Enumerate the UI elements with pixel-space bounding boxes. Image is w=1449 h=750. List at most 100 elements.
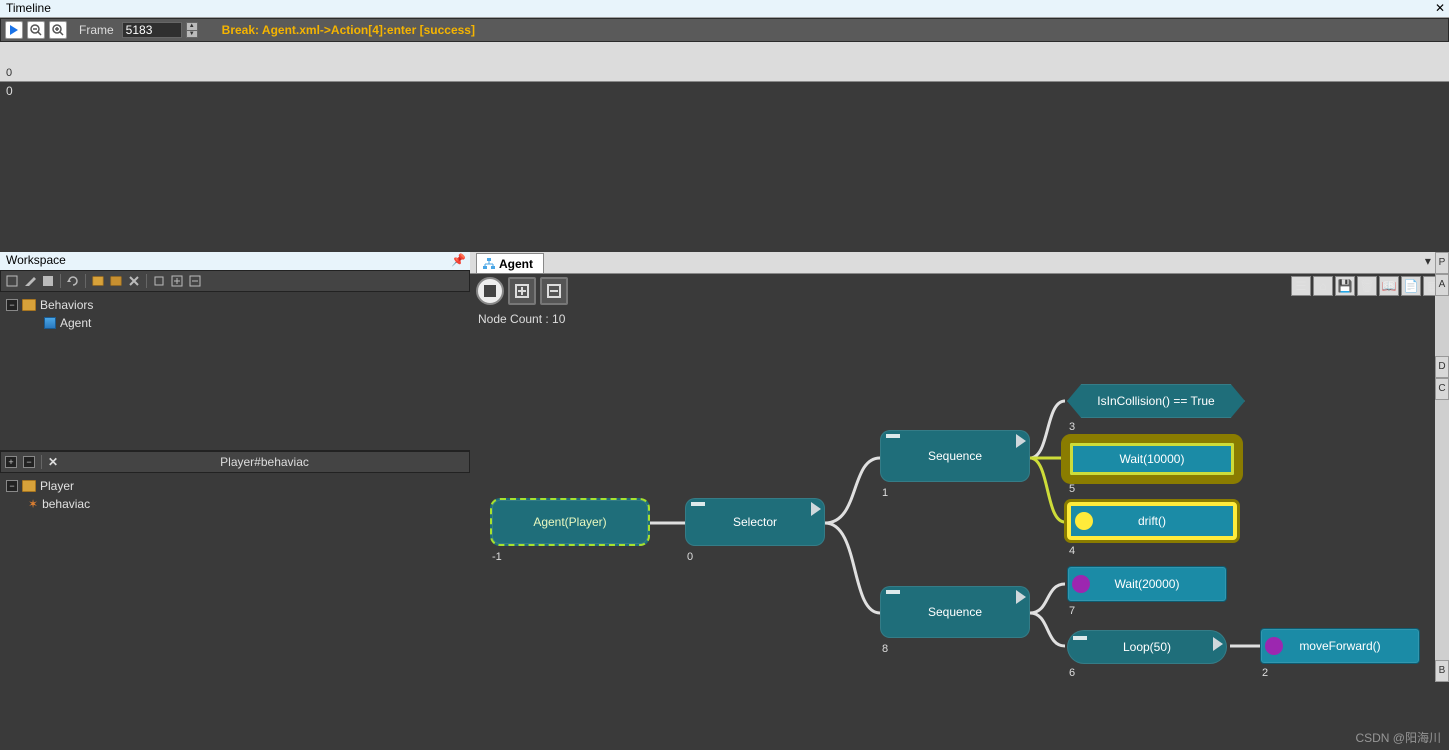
canvas-toolbar: ☰ ⌂ 💾 🗑 📖 📄 ▦ (470, 274, 1449, 308)
dock-item[interactable]: C (1435, 378, 1449, 400)
collapse-button[interactable] (540, 277, 568, 305)
tree-row-behaviors[interactable]: − Behaviors (6, 296, 464, 314)
folder-icon (22, 299, 36, 311)
dock-item[interactable]: A (1435, 274, 1449, 296)
frame-label: Frame (79, 23, 114, 37)
node-label: Sequence (928, 605, 982, 619)
tree-row-behaviac[interactable]: ✶ behaviac (6, 495, 464, 513)
node-index: 4 (1069, 545, 1075, 557)
dropdown-icon[interactable]: ▾ (1425, 254, 1431, 268)
close-icon[interactable]: ✕ (1435, 1, 1445, 15)
tree-row-agent[interactable]: Agent (6, 314, 464, 332)
zoom-in-button[interactable] (49, 21, 67, 39)
collapse-icon[interactable]: − (6, 480, 18, 492)
tree-label: Agent (60, 316, 91, 330)
node-sequence-1[interactable]: Sequence (880, 430, 1030, 482)
frame-spinner[interactable]: ▲▼ (186, 22, 198, 38)
collapse-icon[interactable]: − (23, 456, 35, 468)
node-label: Selector (733, 515, 777, 529)
node-selector[interactable]: Selector (685, 498, 825, 546)
node-index: 3 (1069, 421, 1075, 433)
tab-agent[interactable]: Agent (476, 253, 544, 273)
frame-input[interactable] (122, 22, 182, 38)
pin-icon[interactable]: 📌 (451, 253, 466, 267)
open-folder-icon[interactable] (108, 273, 124, 289)
zoom-out-button[interactable] (27, 21, 45, 39)
expand-all-icon[interactable] (169, 273, 185, 289)
behavior-canvas[interactable]: Node Count : 10 (470, 308, 1449, 750)
tool-doc-icon[interactable]: 📄 (1401, 276, 1421, 296)
status-dot-icon (1265, 637, 1283, 655)
tool-bin-icon[interactable]: 🗑 (1357, 276, 1377, 296)
expand-button[interactable] (508, 277, 536, 305)
new-folder-icon[interactable] (90, 273, 106, 289)
behavior-file-icon (44, 317, 56, 329)
dock-strip: P A D C B (1435, 252, 1449, 682)
node-index: 1 (882, 487, 888, 499)
node-drift[interactable]: drift() (1067, 502, 1237, 540)
collapse-icon[interactable] (886, 434, 900, 438)
player-label: Player#behaviac (64, 455, 465, 469)
node-index: 5 (1069, 483, 1075, 495)
tool-list-icon[interactable]: ☰ (1291, 276, 1311, 296)
node-label: IsInCollision() == True (1097, 394, 1214, 408)
delete-icon[interactable] (126, 273, 142, 289)
node-loop[interactable]: Loop(50) (1067, 630, 1227, 664)
timeline-toolbar: Frame ▲▼ Break: Agent.xml->Action[4]:ent… (0, 18, 1449, 42)
refresh-icon[interactable] (65, 273, 81, 289)
tool-home-icon[interactable]: ⌂ (1313, 276, 1333, 296)
node-count: Node Count : 10 (478, 312, 565, 326)
timeline-title: Timeline (6, 1, 51, 15)
save-icon[interactable] (40, 273, 56, 289)
node-label: moveForward() (1299, 639, 1380, 653)
player-toolbar: + − ✕ Player#behaviac (0, 451, 470, 473)
node-moveforward[interactable]: moveForward() (1260, 628, 1420, 664)
collapse-icon[interactable] (886, 590, 900, 594)
collapse-icon[interactable] (1073, 636, 1087, 640)
break-status: Break: Agent.xml->Action[4]:enter [succe… (222, 23, 475, 37)
node-label: Wait(10000) (1120, 452, 1185, 466)
collapse-icon[interactable]: − (6, 299, 18, 311)
timeline-track[interactable]: 0 (0, 42, 1449, 82)
stop-button[interactable] (476, 277, 504, 305)
node-label: Wait(20000) (1115, 577, 1180, 591)
node-index: 2 (1262, 667, 1268, 679)
timeline-zero: 0 (6, 84, 13, 98)
tree-label: Behaviors (40, 298, 93, 312)
status-dot-icon (1072, 575, 1090, 593)
node-index: 8 (882, 643, 888, 655)
node-condition[interactable]: IsInCollision() == True (1067, 384, 1245, 418)
dock-item[interactable]: P (1435, 252, 1449, 274)
node-index: 6 (1069, 667, 1075, 679)
player-tree: − Player ✶ behaviac (0, 473, 470, 750)
collapse-all-icon[interactable] (187, 273, 203, 289)
node-index: 7 (1069, 605, 1075, 617)
status-dot-icon (1075, 512, 1093, 530)
play-button[interactable] (5, 21, 23, 39)
expand-icon[interactable] (811, 502, 821, 516)
tab-strip: Agent ▾ ✕ (470, 252, 1449, 274)
node-root[interactable]: Agent(Player) (490, 498, 650, 546)
node-label: Loop(50) (1123, 640, 1171, 654)
tree-row-player[interactable]: − Player (6, 477, 464, 495)
export-icon[interactable] (151, 273, 167, 289)
expand-icon[interactable] (1016, 590, 1026, 604)
instance-icon: ✶ (28, 497, 38, 511)
node-wait-20000[interactable]: Wait(20000) (1067, 566, 1227, 602)
node-index: 0 (687, 551, 693, 563)
collapse-icon[interactable] (691, 502, 705, 506)
dock-item[interactable]: B (1435, 660, 1449, 682)
node-sequence-8[interactable]: Sequence (880, 586, 1030, 638)
expand-icon[interactable] (1016, 434, 1026, 448)
tool-book-icon[interactable]: 📖 (1379, 276, 1399, 296)
node-wait-10000[interactable]: Wait(10000) (1067, 440, 1237, 478)
expand-icon[interactable]: + (5, 456, 17, 468)
watermark: CSDN @阳海川 (1355, 729, 1441, 746)
edit-icon[interactable] (22, 273, 38, 289)
new-icon[interactable] (4, 273, 20, 289)
clear-icon[interactable]: ✕ (48, 455, 58, 469)
tree-label: behaviac (42, 497, 90, 511)
dock-item[interactable]: D (1435, 356, 1449, 378)
expand-icon[interactable] (1213, 637, 1223, 651)
tool-save-icon[interactable]: 💾 (1335, 276, 1355, 296)
